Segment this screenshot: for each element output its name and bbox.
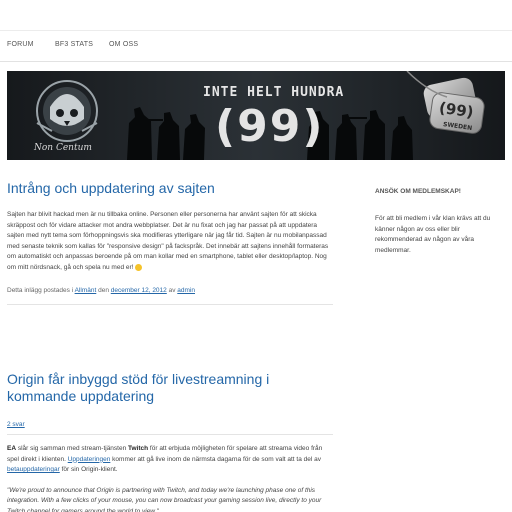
comments-divider bbox=[7, 434, 333, 435]
post-body: Sajten har blivit hackad men är nu tillb… bbox=[7, 210, 333, 274]
post-origin: Origin får inbyggd stöd för livestreamni… bbox=[7, 371, 333, 512]
post-body: EA slår sig samman med stream-tjänsten T… bbox=[7, 444, 333, 476]
sidebar-text: För att bli medlem i vår klan krävs att … bbox=[375, 215, 491, 254]
page: FORUM BF3 STATS OM OSS INTE HELT HUNDRA … bbox=[0, 0, 512, 512]
post-intrang: Intrång och uppdatering av sajten Sajten… bbox=[7, 180, 333, 305]
meta-date-prefix: den bbox=[98, 286, 109, 294]
brand-twitch: Twitch bbox=[128, 445, 149, 452]
category-link[interactable]: Allmänt bbox=[75, 287, 97, 294]
post-text: kommer att gå live inom de närmsta dagar… bbox=[110, 455, 321, 463]
top-bar bbox=[0, 0, 512, 31]
nav-item-om-oss[interactable]: OM OSS bbox=[109, 41, 138, 48]
comments-link[interactable]: 2 svar bbox=[7, 421, 25, 428]
nav-item-forum[interactable]: FORUM bbox=[7, 41, 34, 48]
post-text: slår sig samman med stream-tjänsten bbox=[16, 445, 129, 452]
brand-ea: EA bbox=[7, 445, 17, 452]
nav-item-bf3-stats[interactable]: BF3 STATS bbox=[55, 41, 93, 48]
post-title[interactable]: Intrång och uppdatering av sajten bbox=[7, 180, 333, 197]
quote-text: "We're proud to announce that Origin is … bbox=[7, 486, 322, 512]
post-meta: Detta inlägg postades i Allmänt den dece… bbox=[7, 287, 333, 294]
post-divider bbox=[7, 303, 333, 305]
post-body-line: spela nu med er! bbox=[85, 263, 134, 271]
beta-updates-link[interactable]: betauppdateringar bbox=[7, 466, 60, 473]
banner-number: (99) bbox=[215, 101, 325, 152]
clan-emblem bbox=[36, 80, 98, 142]
banner-title: INTE HELT HUNDRA bbox=[203, 85, 345, 100]
banner-motto: Non Centum bbox=[34, 143, 92, 153]
header-banner[interactable]: INTE HELT HUNDRA (99) Non Centum (99) SW… bbox=[7, 71, 505, 160]
sidebar: ANSÖK OM MEDLEMSKAP! För att bli medlem … bbox=[375, 188, 509, 256]
meta-author-prefix: av bbox=[168, 286, 176, 294]
author-link[interactable]: admin bbox=[177, 287, 195, 294]
post-text: för sin Origin-klient. bbox=[59, 466, 118, 474]
smiley-icon bbox=[135, 263, 143, 271]
main-navigation: FORUM BF3 STATS OM OSS bbox=[0, 31, 512, 62]
update-link[interactable]: Uppdateringen bbox=[68, 456, 111, 463]
post-title[interactable]: Origin får inbyggd stöd för livestreamni… bbox=[7, 371, 333, 405]
sidebar-heading: ANSÖK OM MEDLEMSKAP! bbox=[375, 188, 461, 195]
post-body-line: Sajten har blivit hackad men är nu tillb… bbox=[7, 211, 288, 218]
date-link[interactable]: december 12, 2012 bbox=[111, 287, 167, 294]
meta-prefix: Detta inlägg postades i bbox=[7, 286, 74, 294]
